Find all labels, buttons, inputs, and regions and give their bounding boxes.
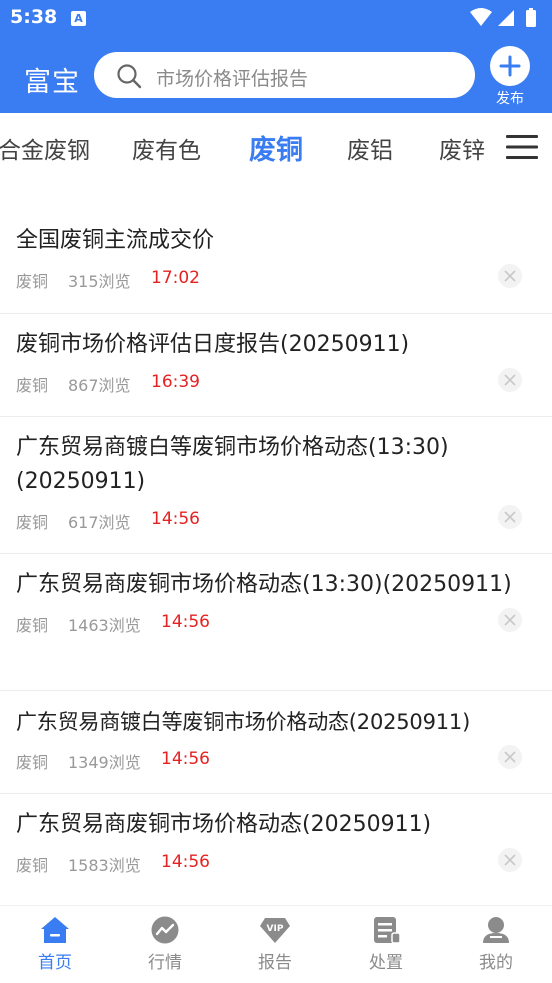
plus-icon (490, 46, 530, 86)
article-views: 1583浏览 (68, 856, 141, 875)
article-views: 1349浏览 (68, 753, 141, 772)
article-title: 废铜市场价格评估日度报告(20250911) (16, 332, 410, 357)
article-views: 867浏览 (68, 376, 131, 395)
publish-button[interactable]: 发布 (488, 46, 532, 108)
article-title: 广东贸易商镀白等废铜市场价格动态(13:30)(20250911) (16, 435, 449, 494)
article-meta: 废铜 867浏览 16:39 (16, 368, 552, 398)
nav-report[interactable]: VIP 报告 (235, 916, 315, 973)
article-meta: 废铜 1349浏览 14:56 (16, 745, 552, 775)
article-meta: 废铜 1463浏览 14:56 (16, 608, 552, 638)
vip-icon: VIP (260, 918, 290, 943)
bottom-nav: 首页 行情 VIP 报告 处置 我的 (0, 905, 552, 983)
close-icon[interactable] (498, 264, 522, 288)
search-input[interactable]: 市场价格评估报告 (94, 52, 475, 98)
article-time: 14:56 (161, 612, 210, 632)
tab-copper[interactable]: 废铜 (249, 128, 303, 167)
nav-label: 首页 (38, 953, 72, 973)
menu-icon[interactable] (506, 134, 538, 160)
home-icon (41, 917, 69, 943)
list-item[interactable]: 广东贸易商镀白等废铜市场价格动态(13:30)(20250911) 废铜 617… (0, 417, 552, 554)
search-placeholder: 市场价格评估报告 (156, 68, 309, 90)
article-category: 废铜 (16, 753, 49, 772)
status-time: 5:38 (10, 6, 58, 28)
category-tabs: 合金废钢 废有色 废铜 废铝 废锌 (0, 113, 552, 179)
article-time: 14:56 (161, 852, 210, 872)
list-item[interactable]: 全国废铜主流成交价 废铜 315浏览 17:02 (0, 212, 552, 314)
tab-zinc[interactable]: 废锌 (439, 131, 485, 165)
tab-nonferrous[interactable]: 废有色 (132, 131, 201, 165)
article-views: 617浏览 (68, 513, 131, 532)
article-title: 广东贸易商废铜市场价格动态(13:30)(20250911) (16, 572, 512, 597)
publish-label: 发布 (496, 91, 524, 107)
tab-aluminum[interactable]: 废铝 (347, 131, 393, 165)
status-bar: 5:38 A (0, 0, 552, 38)
app-header: 5:38 A 富宝 市场价格评估报告 发布 (0, 0, 552, 113)
article-meta: 废铜 1583浏览 14:56 (16, 848, 552, 878)
article-views: 1463浏览 (68, 616, 141, 635)
profile-icon (483, 917, 509, 943)
nav-label: 行情 (148, 953, 182, 973)
close-icon[interactable] (498, 505, 522, 529)
article-category: 废铜 (16, 616, 49, 635)
article-title: 广东贸易商废铜市场价格动态(20250911) (16, 812, 432, 837)
article-time: 14:56 (161, 749, 210, 769)
article-category: 废铜 (16, 856, 49, 875)
article-title: 全国废铜主流成交价 (16, 228, 215, 253)
notification-icon: A (71, 11, 86, 26)
brand-logo-text: 富宝 (24, 67, 80, 98)
system-status-icons (470, 8, 536, 27)
article-list: 全国废铜主流成交价 废铜 315浏览 17:02 废铜市场价格评估日度报告(20… (0, 212, 552, 897)
article-meta: 废铜 315浏览 17:02 (16, 264, 552, 294)
article-views: 315浏览 (68, 272, 131, 291)
nav-market[interactable]: 行情 (125, 916, 205, 973)
close-icon[interactable] (498, 608, 522, 632)
nav-dispose[interactable]: 处置 (346, 916, 426, 973)
list-item[interactable]: 广东贸易商废铜市场价格动态(20250911) 废铜 1583浏览 14:56 (0, 794, 552, 897)
svg-text:VIP: VIP (267, 924, 284, 934)
list-item[interactable]: 广东贸易商镀白等废铜市场价格动态(20250911) 废铜 1349浏览 14:… (0, 691, 552, 794)
article-time: 17:02 (151, 268, 200, 288)
article-category: 废铜 (16, 513, 49, 532)
close-icon[interactable] (498, 368, 522, 392)
article-time: 16:39 (151, 372, 200, 392)
nav-label: 处置 (369, 953, 403, 973)
article-category: 废铜 (16, 376, 49, 395)
article-category: 废铜 (16, 272, 49, 291)
article-time: 14:56 (151, 509, 200, 529)
nav-label: 报告 (258, 953, 292, 973)
nav-profile[interactable]: 我的 (456, 916, 536, 973)
nav-home[interactable]: 首页 (15, 916, 95, 973)
dispose-icon (374, 917, 401, 944)
close-icon[interactable] (498, 745, 522, 769)
article-title: 广东贸易商镀白等废铜市场价格动态(20250911) (16, 710, 471, 734)
close-icon[interactable] (498, 848, 522, 872)
list-item[interactable]: 废铜市场价格评估日度报告(20250911) 废铜 867浏览 16:39 (0, 314, 552, 417)
search-icon (117, 64, 142, 89)
tab-alloy-steel[interactable]: 合金废钢 (0, 131, 90, 165)
list-item[interactable]: 广东贸易商废铜市场价格动态(13:30)(20250911) 废铜 1463浏览… (0, 554, 552, 691)
nav-label: 我的 (479, 953, 513, 973)
trend-icon (151, 916, 179, 944)
article-meta: 废铜 617浏览 14:56 (16, 505, 552, 535)
